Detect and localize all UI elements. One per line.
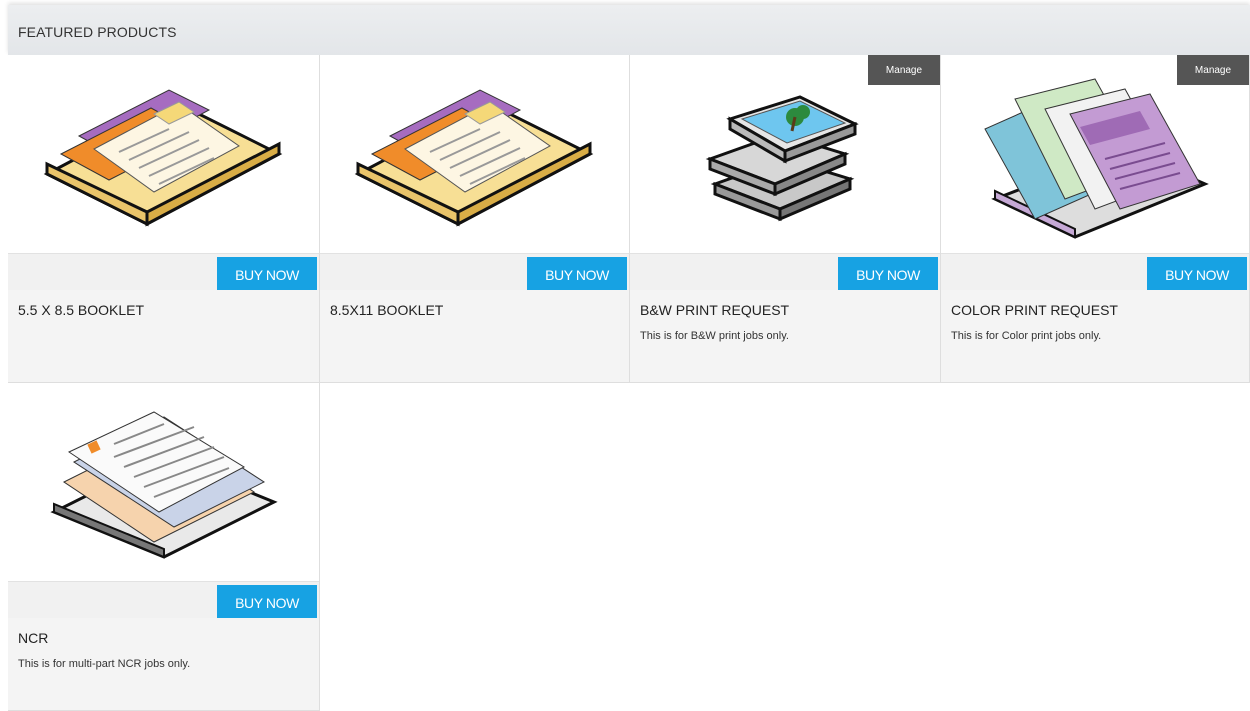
buy-row: BUY NOW bbox=[630, 253, 940, 293]
product-name[interactable]: NCR bbox=[18, 630, 48, 646]
product-image[interactable] bbox=[8, 383, 319, 581]
product-description: This is for Color print jobs only. bbox=[951, 330, 1102, 342]
featured-products-panel: FEATURED PRODUCTS BUY NOW 5.5 X 8.5 BOOK… bbox=[8, 5, 1250, 711]
product-description: This is for multi-part NCR jobs only. bbox=[18, 658, 191, 670]
product-card: BUY NOW NCR This is for multi-part NCR j… bbox=[8, 383, 320, 711]
product-info: 8.5X11 BOOKLET bbox=[320, 290, 629, 382]
product-description: This is for B&W print jobs only. bbox=[640, 330, 789, 342]
product-card: Manage BUY NOW COLOR PRINT REQUEST This … bbox=[941, 55, 1250, 383]
buy-now-button[interactable]: BUY NOW bbox=[1147, 257, 1247, 293]
product-name[interactable]: COLOR PRINT REQUEST bbox=[951, 302, 1118, 318]
product-name[interactable]: 8.5X11 BOOKLET bbox=[330, 302, 443, 318]
buy-now-button[interactable]: BUY NOW bbox=[217, 585, 317, 621]
booklet-icon bbox=[354, 89, 593, 227]
panel-title: FEATURED PRODUCTS bbox=[18, 24, 177, 40]
product-info: NCR This is for multi-part NCR jobs only… bbox=[8, 618, 319, 710]
product-name[interactable]: B&W PRINT REQUEST bbox=[640, 302, 789, 318]
manage-button[interactable]: Manage bbox=[1177, 55, 1249, 85]
buy-now-button[interactable]: BUY NOW bbox=[217, 257, 317, 293]
buy-row: BUY NOW bbox=[320, 253, 629, 293]
product-name[interactable]: 5.5 X 8.5 BOOKLET bbox=[18, 302, 144, 318]
product-image[interactable] bbox=[8, 55, 319, 253]
product-info: 5.5 X 8.5 BOOKLET bbox=[8, 290, 319, 382]
product-info: B&W PRINT REQUEST This is for B&W print … bbox=[630, 290, 940, 382]
photo-stack-icon bbox=[705, 95, 859, 222]
panel-header: FEATURED PRODUCTS bbox=[8, 5, 1250, 55]
ncr-forms-icon bbox=[49, 411, 278, 559]
product-grid: BUY NOW 5.5 X 8.5 BOOKLET BUY NOW 8.5X11… bbox=[8, 55, 1250, 711]
product-image[interactable] bbox=[320, 55, 629, 253]
color-documents-icon bbox=[984, 78, 1209, 239]
booklet-icon bbox=[43, 89, 282, 227]
buy-now-button[interactable]: BUY NOW bbox=[838, 257, 938, 293]
buy-now-button[interactable]: BUY NOW bbox=[527, 257, 627, 293]
product-card: BUY NOW 5.5 X 8.5 BOOKLET bbox=[8, 55, 320, 383]
buy-row: BUY NOW bbox=[8, 253, 319, 293]
buy-row: BUY NOW bbox=[941, 253, 1249, 293]
manage-button[interactable]: Manage bbox=[868, 55, 940, 85]
buy-row: BUY NOW bbox=[8, 581, 319, 621]
product-card: Manage BUY NOW B&W PRINT REQUEST This is… bbox=[630, 55, 941, 383]
product-info: COLOR PRINT REQUEST This is for Color pr… bbox=[941, 290, 1249, 382]
product-card: BUY NOW 8.5X11 BOOKLET bbox=[320, 55, 630, 383]
